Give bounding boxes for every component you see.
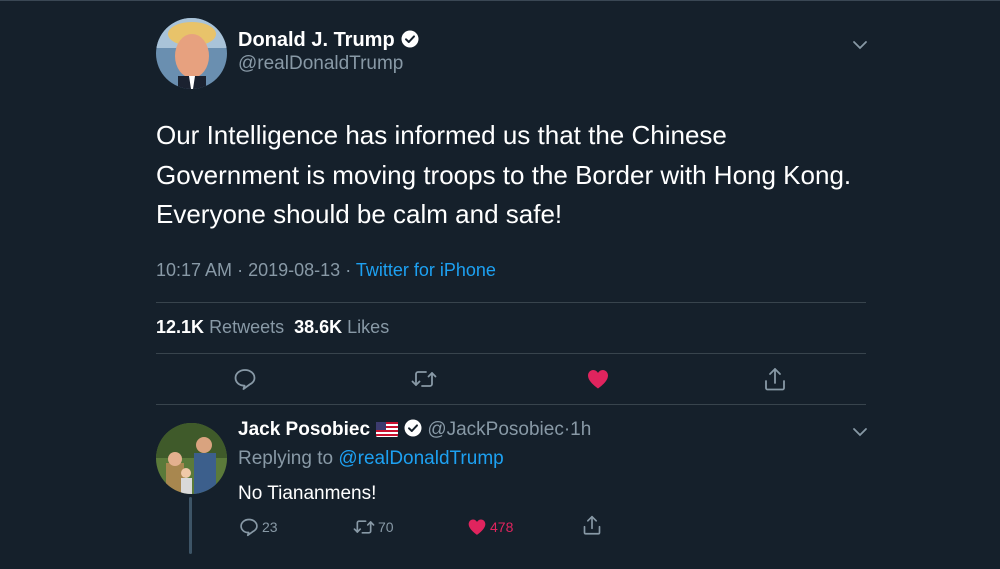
tweet-text: Our Intelligence has informed us that th… xyxy=(156,120,852,229)
likes-stat[interactable]: 38.6K Likes xyxy=(294,317,389,337)
retweet-button[interactable] xyxy=(411,367,437,396)
meta-separator: · xyxy=(345,260,352,280)
reply-author-avatar[interactable] xyxy=(156,423,227,494)
verified-badge-icon xyxy=(401,30,419,54)
likes-count: 38.6K xyxy=(294,317,343,337)
tweet-source[interactable]: Twitter for iPhone xyxy=(356,260,496,280)
reply-button[interactable] xyxy=(233,367,257,396)
liked-heart-icon xyxy=(468,519,486,535)
reply-like-button[interactable]: 478 xyxy=(467,516,513,538)
reply-like-count: 478 xyxy=(490,519,514,535)
tweet-stats: 12.1K Retweets 38.6K Likes xyxy=(156,317,389,338)
author-avatar[interactable] xyxy=(156,18,227,89)
reply-reply-count: 23 xyxy=(262,519,278,535)
chevron-down-icon[interactable] xyxy=(852,38,868,56)
reply-retweet-button[interactable]: 70 xyxy=(353,516,394,538)
tweet-meta: 10:17 AM · 2019-08-13 · Twitter for iPho… xyxy=(156,260,496,281)
us-flag-icon xyxy=(376,421,399,443)
reply-retweet-count: 70 xyxy=(378,519,394,535)
reply-icon xyxy=(234,369,256,390)
likes-label: Likes xyxy=(347,317,390,337)
retweets-count: 12.1K xyxy=(156,317,205,337)
reply-text: No Tiananmens! xyxy=(238,483,377,504)
share-icon xyxy=(583,515,601,535)
tweet-time: 10:17 AM xyxy=(156,260,233,280)
verified-badge-icon xyxy=(404,419,422,443)
reply-time: 1h xyxy=(570,419,592,440)
tweet-date[interactable]: 2019-08-13 xyxy=(248,260,340,280)
reply-share-button[interactable] xyxy=(582,514,602,536)
divider xyxy=(156,404,866,405)
reply-header[interactable]: Jack Posobiec @JackPosobiec·1h xyxy=(238,419,591,443)
author-name-text: Donald J. Trump xyxy=(238,29,395,51)
reply-icon xyxy=(240,518,258,537)
reply-author-name: Jack Posobiec xyxy=(238,419,371,440)
meta-separator: · xyxy=(237,260,244,280)
retweet-icon xyxy=(411,371,437,387)
reply-reply-button[interactable]: 23 xyxy=(239,516,278,538)
replying-to-handle[interactable]: @realDonaldTrump xyxy=(338,448,503,469)
retweets-label: Retweets xyxy=(209,317,285,337)
divider xyxy=(156,302,866,303)
share-icon xyxy=(765,368,785,391)
replying-to-prefix: Replying to xyxy=(238,448,334,469)
thread-line xyxy=(189,497,192,554)
retweet-icon xyxy=(353,520,375,534)
author-handle[interactable]: @realDonaldTrump xyxy=(238,53,403,75)
retweets-stat[interactable]: 12.1K Retweets xyxy=(156,317,284,337)
author-name[interactable]: Donald J. Trump xyxy=(238,29,419,54)
replying-to: Replying to @realDonaldTrump xyxy=(238,448,504,470)
chevron-down-icon[interactable] xyxy=(852,425,868,443)
share-button[interactable] xyxy=(763,366,787,397)
top-border xyxy=(0,0,1000,1)
liked-heart-icon xyxy=(588,370,608,389)
divider xyxy=(156,353,866,354)
reply-author-handle: @JackPosobiec xyxy=(427,419,564,440)
like-button[interactable] xyxy=(586,367,610,396)
